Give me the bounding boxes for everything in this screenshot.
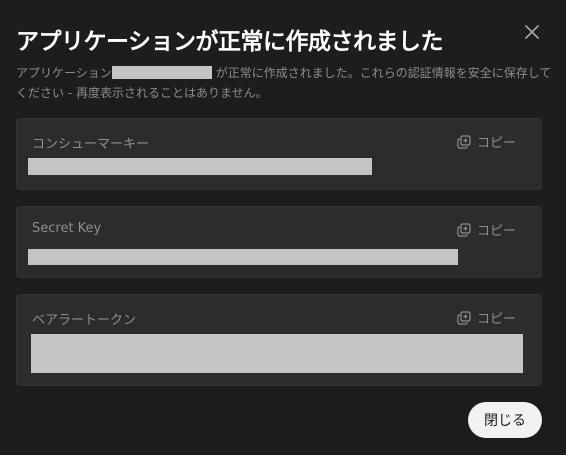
redacted-app-name (111, 66, 212, 79)
close-button[interactable]: 閉じる (468, 402, 542, 438)
copy-icon (457, 134, 471, 149)
credentials-dialog: アプリケーションが正常に作成されました アプリケーション が正常に作成されました。… (0, 0, 566, 455)
bearer-token-copy-button[interactable]: コピー (457, 308, 516, 327)
dialog-description: アプリケーション が正常に作成されました。これらの認証情報を安全に保存してください… (16, 63, 556, 103)
redacted-consumer-key (28, 158, 372, 175)
secret-key-field: Secret Key コピー (16, 206, 542, 278)
copy-icon (457, 222, 471, 237)
redacted-secret-key (28, 249, 458, 265)
consumer-key-field: コンシューマーキー コピー (16, 118, 542, 190)
copy-label: コピー (476, 136, 516, 151)
bearer-token-field: ベアラートークン コピー (16, 294, 542, 386)
bearer-token-label: ベアラートークン (32, 313, 137, 328)
secret-key-label: Secret Key (32, 221, 102, 236)
consumer-key-copy-button[interactable]: コピー (457, 132, 516, 151)
consumer-key-label: コンシューマーキー (32, 137, 150, 152)
dialog-title: アプリケーションが正常に作成されました (16, 29, 444, 55)
description-prefix: アプリケーション (16, 66, 112, 80)
secret-key-copy-button[interactable]: コピー (457, 220, 516, 239)
copy-icon (457, 310, 471, 325)
redacted-bearer-token (31, 334, 523, 373)
close-icon[interactable] (522, 22, 542, 42)
copy-label: コピー (476, 312, 516, 327)
copy-label: コピー (476, 224, 516, 239)
